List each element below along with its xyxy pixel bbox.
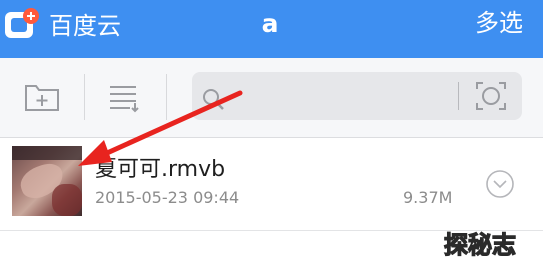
- list-sort-icon: [110, 86, 139, 113]
- search-divider: [458, 82, 459, 110]
- toolbar: [0, 58, 543, 138]
- file-name: 夏可可.rmvb: [95, 157, 226, 182]
- file-date: 2015-05-23 09:44: [95, 188, 240, 207]
- scan-icon: [476, 82, 506, 110]
- sort-button[interactable]: [102, 76, 146, 116]
- file-row[interactable]: 夏可可.rmvb 2015-05-23 09:44 9.37M: [0, 139, 543, 231]
- toolbar-divider: [166, 74, 167, 120]
- back-button[interactable]: 百度云: [3, 8, 121, 44]
- search-input[interactable]: [234, 82, 454, 110]
- baidu-cloud-app-icon: [3, 8, 41, 44]
- file-expand-button[interactable]: [485, 169, 515, 199]
- multi-select-button[interactable]: 多选: [475, 6, 523, 40]
- watermark-logo: 探秘志: [442, 228, 538, 260]
- chevron-down-circle-icon: [486, 170, 514, 198]
- new-folder-button[interactable]: [20, 76, 64, 116]
- search-icon: [203, 89, 224, 110]
- video-thumbnail: [12, 146, 82, 216]
- scan-button[interactable]: [474, 80, 508, 112]
- back-label: 百度云: [49, 12, 121, 40]
- folder-plus-icon: [25, 85, 59, 111]
- search-box[interactable]: [192, 72, 522, 120]
- toolbar-divider: [84, 74, 85, 120]
- page-title: a: [261, 9, 279, 38]
- navigation-bar: 百度云 a 多选: [0, 0, 543, 58]
- svg-text:探秘志: 探秘志: [444, 231, 516, 259]
- file-size: 9.37M: [403, 188, 453, 207]
